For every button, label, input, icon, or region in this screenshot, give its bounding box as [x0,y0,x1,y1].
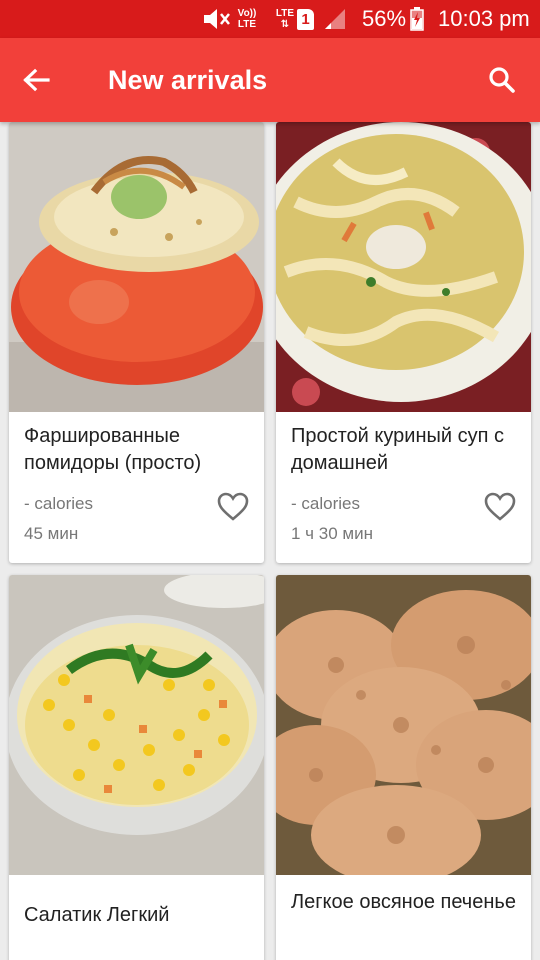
recipe-name: Легкое овсяное печенье [291,891,516,913]
search-icon [489,67,515,93]
signal-strength-icon [323,0,349,38]
battery-charging-icon [410,0,426,38]
sim-number: 1 [297,8,314,30]
recipe-card[interactable]: Салатик Легкий [9,575,264,960]
volte-icon: Vo)) LTE [237,8,257,30]
recipe-card[interactable]: Фаршированные помидоры (просто) - calori… [9,122,264,563]
recipe-calories: - calories [291,494,360,513]
back-button[interactable] [14,58,58,102]
mute-icon [201,0,231,38]
sim-card-icon: 1 [297,0,317,38]
heart-outline-icon [484,492,516,521]
recipe-name: Фаршированные помидоры (просто) [24,425,202,474]
favorite-button[interactable] [483,490,517,524]
stuffed-tomato-photo [9,122,264,412]
recipe-grid: Фаршированные помидоры (просто) - calori… [0,122,540,960]
favorite-button[interactable] [216,490,250,524]
recipe-name: Салатик Легкий [24,904,170,926]
recipe-name: Простой куриный суп с домашней [291,425,504,474]
heart-outline-icon [217,492,249,521]
status-bar: Vo)) LTE LTE ⇅ 1 56% 10:03 pm [0,0,540,38]
recipe-card[interactable]: Простой куриный суп с домашней - calorie… [276,122,531,563]
recipe-calories: - calories [24,494,93,513]
app-bar: New arrivals [0,38,540,122]
recipe-time: 45 мин [24,524,79,543]
clock: 10:03 pm [438,6,530,31]
lte-icon: LTE ⇅ [275,8,295,30]
page-title: New arrivals [108,65,268,95]
recipe-time: 1 ч 30 мин [291,524,373,543]
arrow-left-icon [23,68,50,92]
battery-percent: 56% [362,6,407,31]
corn-salad-photo [9,575,264,875]
chicken-noodle-soup-photo [276,122,531,412]
oatmeal-cookies-photo [276,575,531,875]
recipe-card[interactable]: Легкое овсяное печенье [276,575,531,960]
search-button[interactable] [480,58,524,102]
